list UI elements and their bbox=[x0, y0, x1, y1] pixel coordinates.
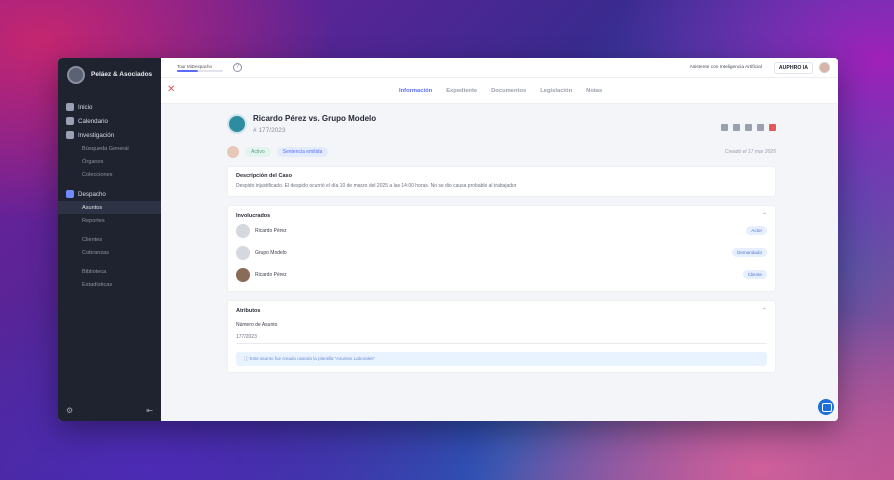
case-toolbar bbox=[721, 124, 776, 131]
edit-icon[interactable] bbox=[757, 124, 764, 131]
tour-progress-fill bbox=[177, 69, 198, 72]
gear-icon[interactable]: ⚙ bbox=[66, 406, 73, 415]
person-avatar bbox=[236, 267, 250, 282]
sidebar-item-inicio[interactable]: Inicio bbox=[58, 100, 161, 114]
delete-icon[interactable] bbox=[769, 124, 776, 131]
chevron-up-icon[interactable]: ⌃ bbox=[762, 212, 767, 219]
sidebar-item-clientes[interactable]: Clientes bbox=[58, 233, 161, 246]
tour-progress[interactable]: Tour MiDespacho bbox=[177, 64, 223, 72]
tab-informacion[interactable]: Información bbox=[399, 88, 432, 94]
briefcase-icon bbox=[66, 190, 74, 198]
topbar: Tour MiDespacho ? Asistente con Intelige… bbox=[161, 58, 838, 78]
sidebar-item-calendario[interactable]: Calendario bbox=[58, 114, 161, 128]
sidebar-item-investigacion[interactable]: Investigación bbox=[58, 128, 161, 142]
tabs-row: ✕ Información Expediente Documentos Legi… bbox=[161, 78, 838, 104]
description-title: Descripción del Caso bbox=[236, 173, 292, 179]
brand[interactable]: Peláez & Asociados bbox=[58, 58, 161, 90]
case-logo-icon bbox=[227, 114, 247, 134]
tour-label: Tour MiDespacho bbox=[177, 63, 213, 69]
list-item[interactable]: Ricardo Pérez Cliente bbox=[236, 264, 767, 285]
home-icon bbox=[66, 103, 74, 111]
sidebar-item-busqueda-general[interactable]: Búsqueda General bbox=[58, 142, 161, 155]
person-name: Ricardo Pérez bbox=[255, 271, 287, 278]
list-item[interactable]: Ricardo Pérez Actor bbox=[236, 220, 767, 241]
case-number-field[interactable]: 177/2023 bbox=[236, 334, 767, 344]
close-icon[interactable]: ✕ bbox=[167, 84, 175, 95]
chevron-up-icon[interactable]: ⌃ bbox=[762, 307, 767, 314]
brand-name: Peláez & Asociados bbox=[91, 71, 153, 78]
sidebar-item-cobranzas[interactable]: Cobranzas bbox=[58, 246, 161, 259]
sidebar-nav: Inicio Calendario Investigación Búsqueda… bbox=[58, 100, 161, 291]
sidebar-item-estadisticas[interactable]: Estadísticas bbox=[58, 278, 161, 291]
share-icon[interactable] bbox=[745, 124, 752, 131]
sidebar-footer: ⚙ ⇤ bbox=[66, 406, 153, 415]
role-badge: Demandado bbox=[731, 248, 767, 257]
owner-avatar[interactable] bbox=[227, 146, 239, 158]
tab-notas[interactable]: Notas bbox=[586, 88, 602, 94]
description-card: Descripción del Caso Despido injustifica… bbox=[227, 166, 776, 197]
user-avatar[interactable] bbox=[819, 62, 830, 73]
sidebar-item-biblioteca[interactable]: Biblioteca bbox=[58, 265, 161, 278]
attributes-title: Atributos bbox=[236, 307, 261, 314]
person-avatar bbox=[236, 223, 250, 238]
sidebar: Peláez & Asociados Inicio Calendario Inv… bbox=[58, 58, 161, 421]
grid-icon[interactable] bbox=[721, 124, 728, 131]
status-badge[interactable]: Activo bbox=[245, 147, 271, 157]
status-row: Activo Sentencia emitida Creado el 17 ma… bbox=[227, 146, 776, 158]
involved-title: Involucrados bbox=[236, 212, 271, 219]
list-item[interactable]: Grupo Modelo Demandado bbox=[236, 242, 767, 263]
auphro-button[interactable]: AUPHRO IA bbox=[773, 61, 813, 74]
person-avatar bbox=[236, 245, 250, 260]
tab-expediente[interactable]: Expediente bbox=[446, 88, 477, 94]
case-header: Ricardo Pérez vs. Grupo Modelo # 177/202… bbox=[227, 114, 776, 134]
firm-logo-icon bbox=[67, 66, 85, 84]
tab-legislacion[interactable]: Legislación bbox=[540, 88, 572, 94]
tabs: Información Expediente Documentos Legisl… bbox=[399, 88, 602, 94]
case-content: Ricardo Pérez vs. Grupo Modelo # 177/202… bbox=[227, 114, 776, 373]
created-date: Creado el 17 mar 2025 bbox=[724, 149, 776, 155]
sidebar-item-organos[interactable]: Órganos bbox=[58, 155, 161, 168]
stage-badge[interactable]: Sentencia emitida bbox=[276, 147, 329, 157]
attributes-card: Atributos ⌃ Número de Asunto 177/2023 ⓘ … bbox=[227, 300, 776, 373]
archive-icon[interactable] bbox=[733, 124, 740, 131]
main-area: Tour MiDespacho ? Asistente con Intelige… bbox=[161, 58, 838, 421]
document-icon bbox=[66, 131, 74, 139]
role-badge: Actor bbox=[746, 226, 767, 235]
case-number: # 177/2023 bbox=[253, 127, 286, 134]
tab-documentos[interactable]: Documentos bbox=[491, 88, 526, 94]
field-label: Número de Asunto bbox=[236, 322, 278, 328]
role-badge: Cliente bbox=[742, 270, 767, 279]
sidebar-item-reportes[interactable]: Reportes bbox=[58, 214, 161, 227]
sidebar-item-asuntos[interactable]: Asuntos bbox=[58, 201, 161, 214]
person-name: Grupo Modelo bbox=[255, 249, 287, 256]
collapse-sidebar-icon[interactable]: ⇤ bbox=[146, 406, 153, 415]
chat-button[interactable] bbox=[818, 399, 834, 415]
tour-progress-bar bbox=[177, 69, 223, 72]
case-title: Ricardo Pérez vs. Grupo Modelo bbox=[253, 114, 377, 123]
template-info: ⓘ Este asunto fue creado usando la plant… bbox=[236, 352, 767, 366]
sidebar-item-colecciones[interactable]: Colecciones bbox=[58, 168, 161, 181]
sidebar-item-despacho[interactable]: Despacho bbox=[58, 187, 161, 201]
person-name: Ricardo Pérez bbox=[255, 227, 287, 234]
app-window: Peláez & Asociados Inicio Calendario Inv… bbox=[58, 58, 838, 421]
description-text: Despido injustificado. El despido ocurri… bbox=[236, 183, 517, 189]
help-icon[interactable]: ? bbox=[233, 63, 242, 72]
involved-card: Involucrados ⌃ Ricardo Pérez Actor Grupo… bbox=[227, 205, 776, 292]
ai-assistant-link[interactable]: Asistente con Inteligencia Artificial bbox=[684, 65, 768, 70]
calendar-icon bbox=[66, 117, 74, 125]
